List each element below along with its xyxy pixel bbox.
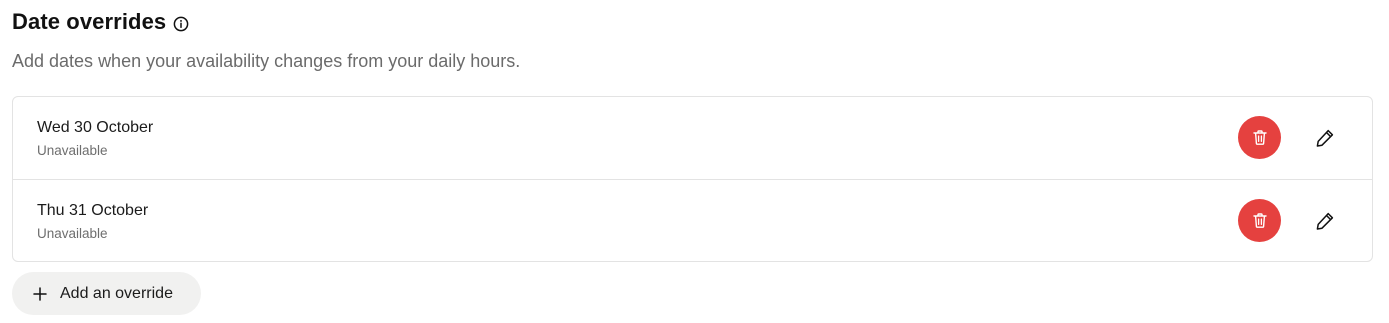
add-override-label: Add an override (60, 284, 173, 302)
pencil-icon (1315, 128, 1335, 148)
section-subtitle: Add dates when your availability changes… (12, 51, 521, 71)
edit-override-button[interactable] (1311, 124, 1339, 152)
date-overrides-section: Date overrides Add dates when your avail… (0, 0, 1389, 323)
override-status: Unavailable (37, 143, 108, 158)
override-status: Unavailable (37, 226, 108, 241)
overrides-list: Wed 30 October Unavailable Thu 31 Octobe… (12, 96, 1373, 262)
info-icon[interactable] (173, 16, 189, 32)
edit-override-button[interactable] (1311, 207, 1339, 235)
delete-override-button[interactable] (1238, 116, 1281, 159)
pencil-icon (1315, 211, 1335, 231)
trash-icon (1252, 129, 1268, 146)
add-override-button[interactable]: Add an override (12, 272, 201, 315)
delete-override-button[interactable] (1238, 199, 1281, 242)
override-row: Wed 30 October Unavailable (13, 97, 1372, 179)
override-date: Wed 30 October (37, 119, 154, 136)
override-row: Thu 31 October Unavailable (13, 179, 1372, 261)
section-title: Date overrides (12, 9, 167, 34)
override-date: Thu 31 October (37, 202, 149, 219)
trash-icon (1252, 212, 1268, 229)
section-header: Date overrides (12, 9, 189, 35)
plus-icon (33, 286, 47, 301)
